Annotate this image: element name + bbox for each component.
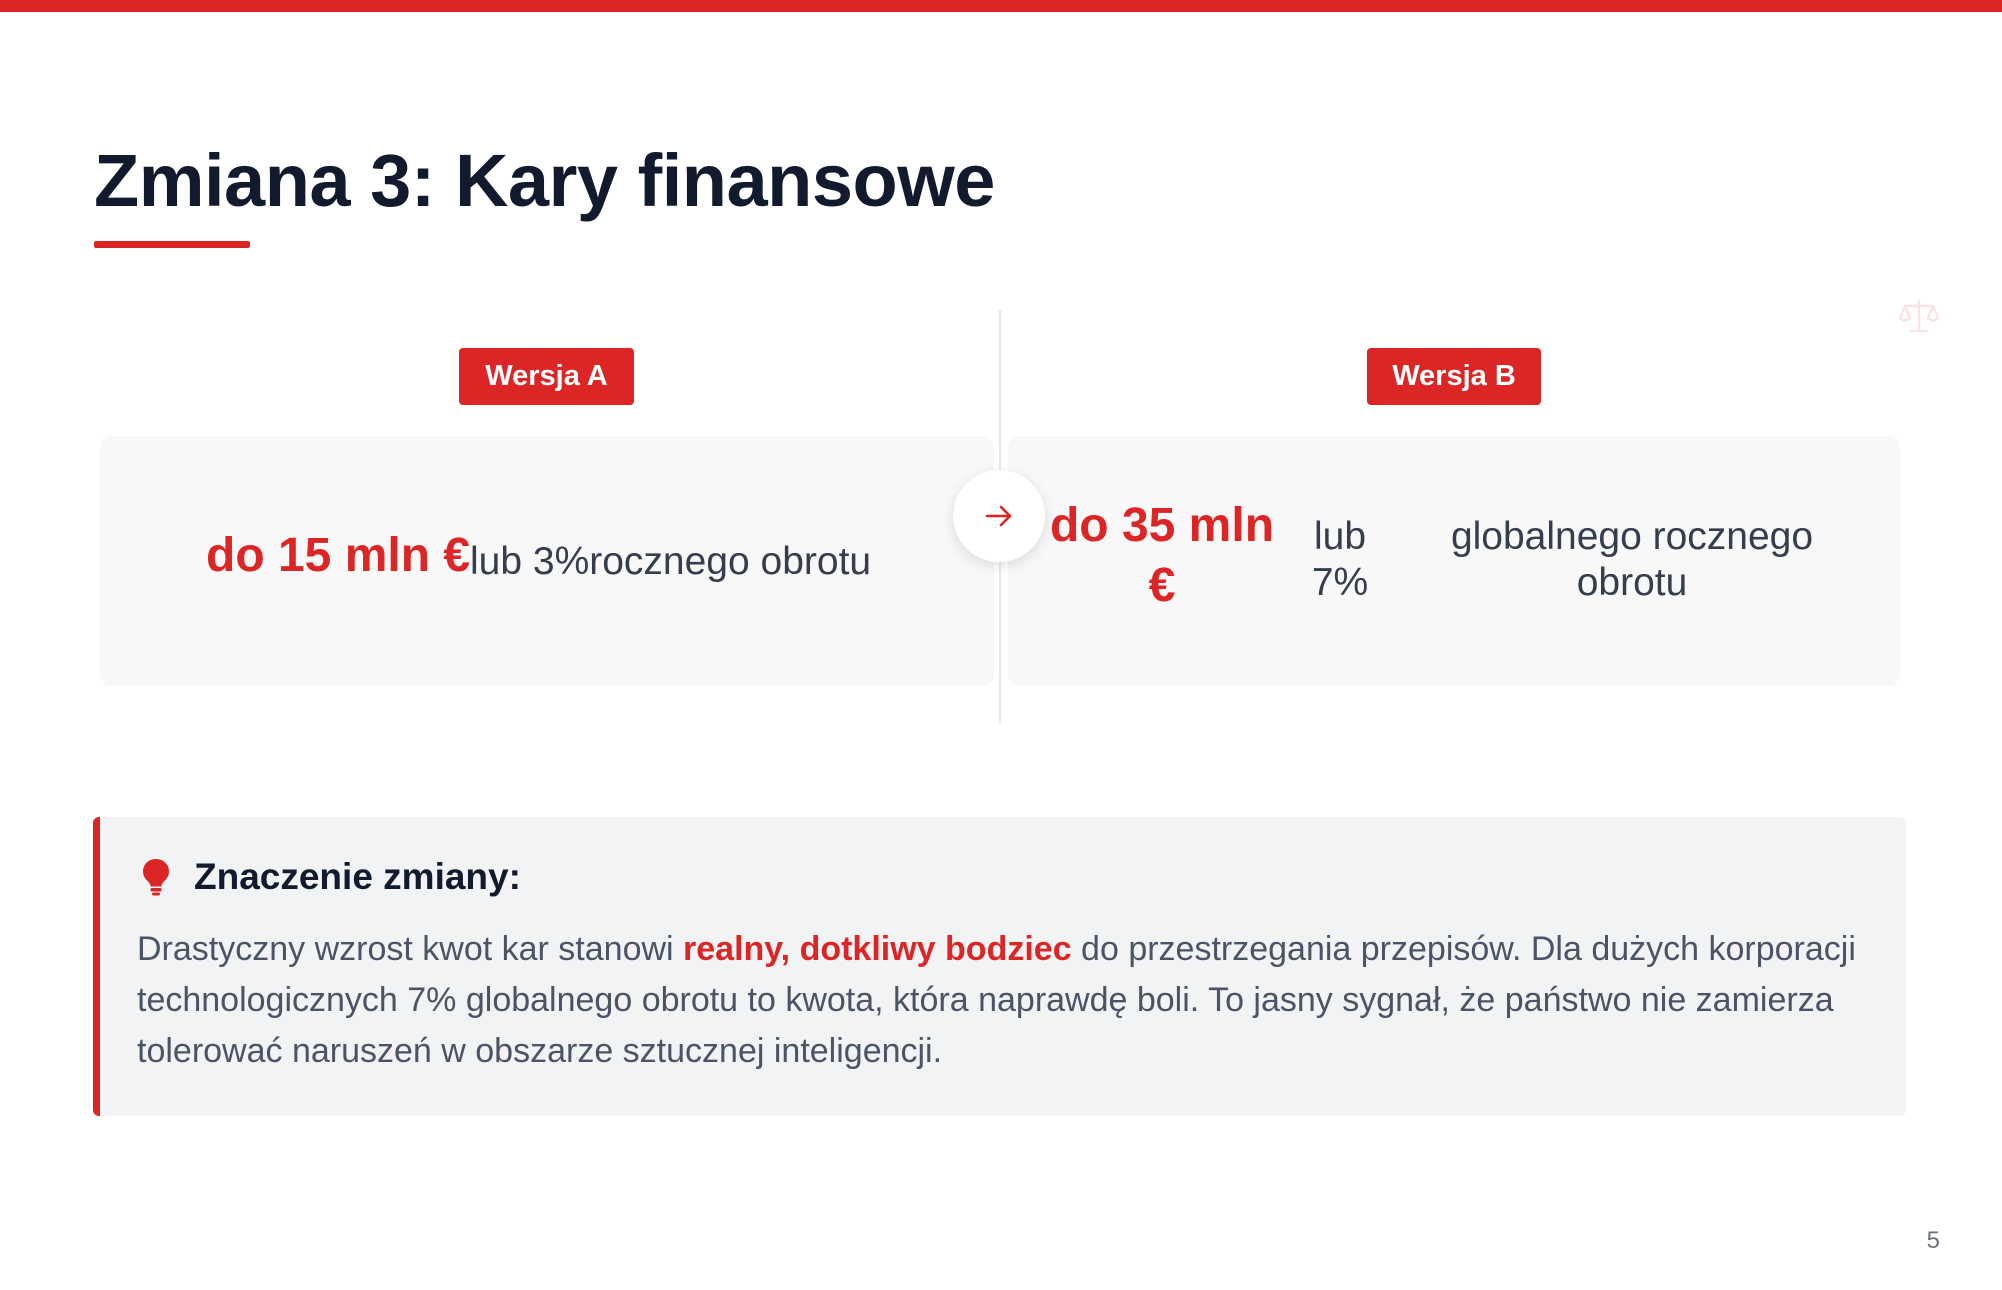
version-b-or-text: lub 7% (1311, 515, 1369, 604)
version-b-amount: do 35 mln € (1049, 499, 1275, 612)
note-text-start: Drastyczny wzrost kwot kar stanowi (137, 930, 684, 968)
note-heading: Znaczenie zmiany: (194, 856, 521, 897)
note-body: Drastyczny wzrost kwot kar stanowi realn… (137, 924, 1897, 1077)
lightbulb-icon (143, 859, 169, 896)
page-number: 5 (1926, 1227, 1940, 1254)
arrow-connector (953, 470, 1045, 562)
version-a-badge: Wersja A (459, 348, 634, 405)
page-title: Zmiana 3: Kary finansowe (94, 139, 995, 222)
title-underline (94, 241, 250, 248)
arrow-right-icon (985, 505, 1012, 527)
note-highlight: realny, dotkliwy bodziec (683, 930, 1072, 968)
version-b-badge: Wersja B (1367, 348, 1541, 405)
version-b-detail: globalnego rocznego obrotu (1450, 515, 1814, 604)
scale-balance-icon (1899, 299, 1939, 333)
version-a-detail: lub 3%rocznego obrotu (470, 540, 872, 583)
top-accent-bar (0, 0, 2002, 12)
version-a-amount: do 15 mln € (206, 529, 471, 582)
